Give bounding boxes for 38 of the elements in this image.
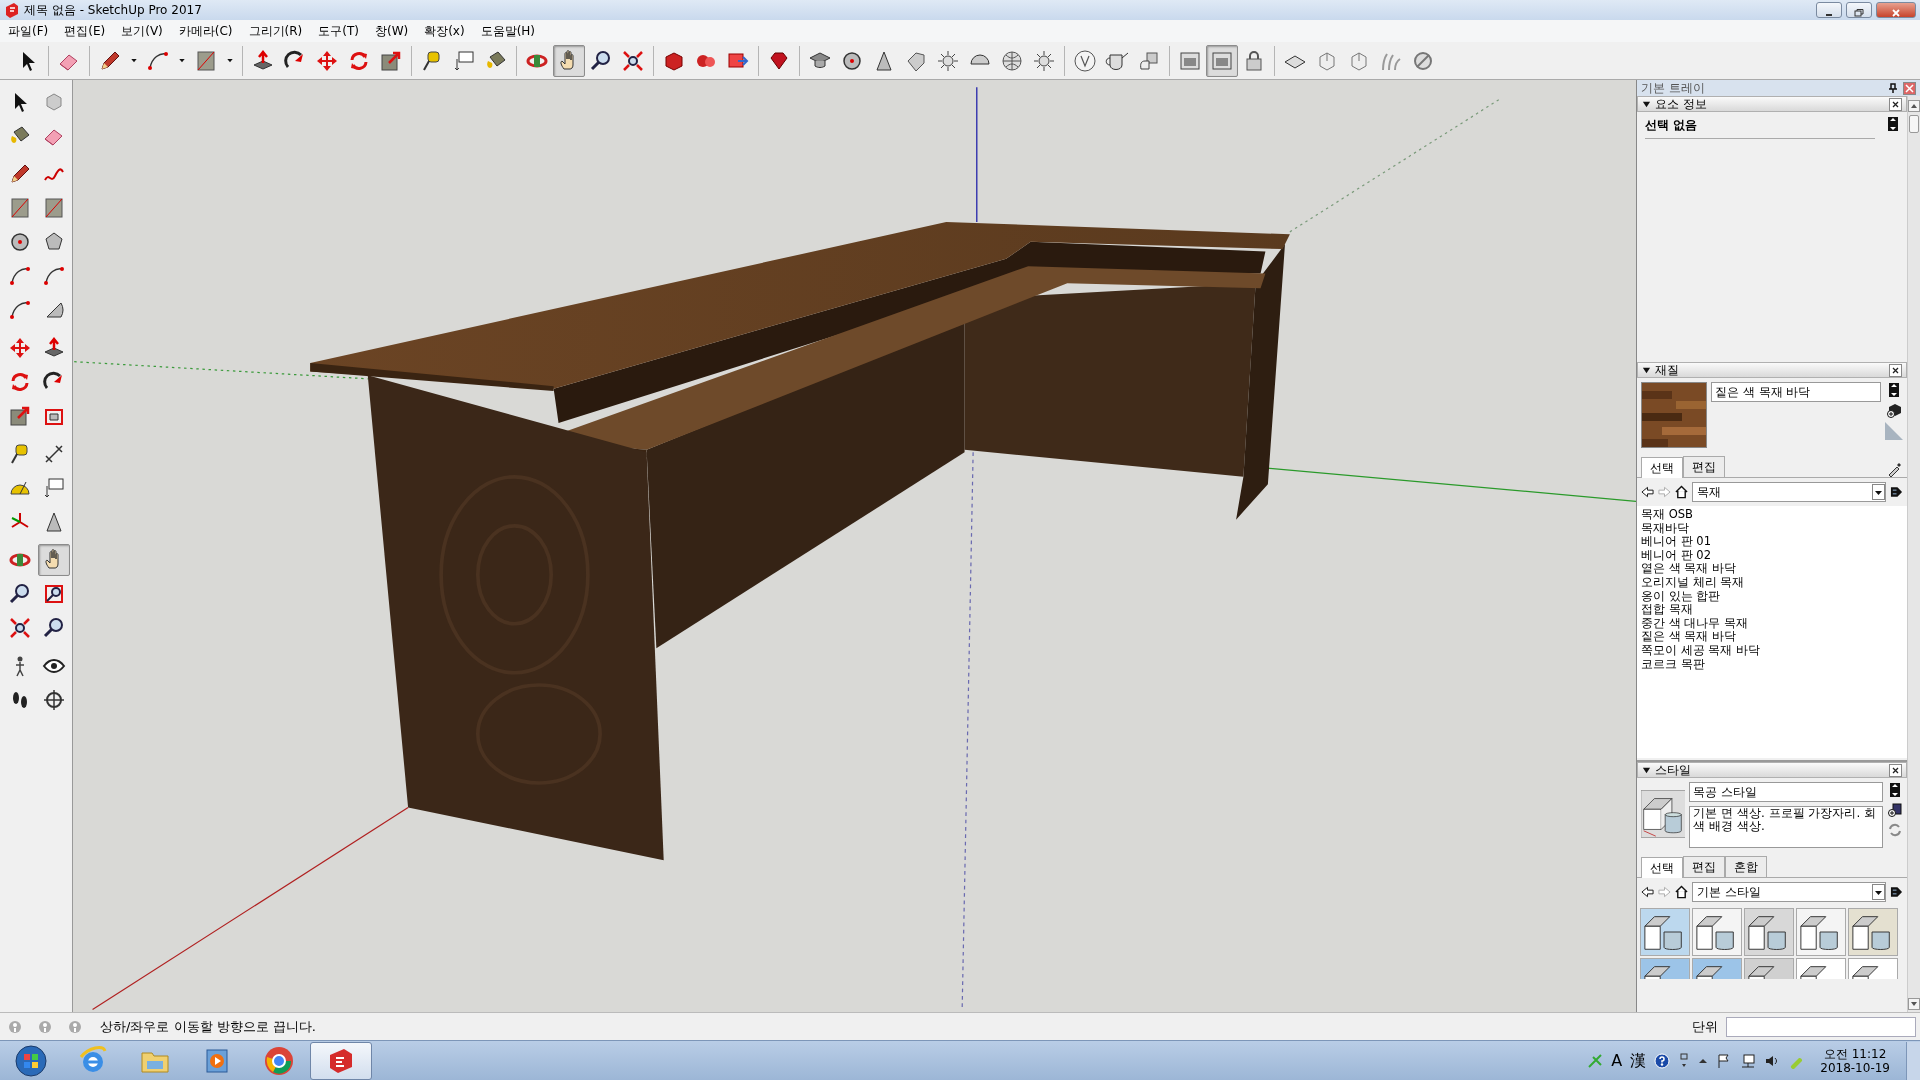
menu-item[interactable]: 확장(x) bbox=[416, 20, 473, 42]
menu-item[interactable]: 편집(E) bbox=[56, 20, 114, 42]
style-name-field[interactable]: 목공 스타일 bbox=[1689, 782, 1883, 802]
material-tab[interactable]: 선택 bbox=[1641, 457, 1683, 478]
clock-time[interactable]: 오전 11:12 bbox=[1823, 1046, 1887, 1061]
selection-label: 선택 없음 bbox=[1645, 116, 1875, 139]
hanja-indicator[interactable]: 漢 bbox=[1630, 1048, 1647, 1073]
menu-item[interactable]: 창(W) bbox=[366, 20, 417, 42]
material-list-item[interactable]: 쪽모이 세공 목재 바닥 bbox=[1641, 643, 1903, 658]
measurements-label: 단위 bbox=[1691, 1017, 1719, 1036]
material-list-item[interactable]: 베니어 판 02 bbox=[1641, 548, 1903, 563]
menu-item[interactable]: 그리기(R) bbox=[240, 20, 311, 42]
material-list-item[interactable]: 옅은 색 목재 바닥 bbox=[1641, 562, 1903, 576]
menu-item[interactable]: 도움말(H) bbox=[472, 20, 544, 42]
style-tab[interactable]: 혼합 bbox=[1725, 856, 1767, 877]
material-list-item[interactable]: 목재바닥 bbox=[1641, 521, 1903, 536]
material-list-item[interactable]: 목재 OSB bbox=[1641, 508, 1903, 522]
menu-item[interactable]: 파일(F) bbox=[0, 20, 57, 42]
material-list-item[interactable]: 중간 색 대나무 목재 bbox=[1641, 616, 1903, 631]
input-mode-indicator[interactable]: A bbox=[1611, 1048, 1623, 1073]
clock-date[interactable]: 2018-10-19 bbox=[1820, 1060, 1890, 1075]
material-list-item[interactable]: 접합 목재 bbox=[1641, 603, 1903, 617]
material-list-item[interactable]: 베니어 판 01 bbox=[1641, 535, 1903, 549]
window-title: 제목 없음 - SketchUp Pro 2017 bbox=[24, 2, 203, 19]
material-list-item[interactable]: 코르크 목판 bbox=[1641, 657, 1903, 672]
menu-item[interactable]: 도구(T) bbox=[310, 20, 367, 42]
status-message: 상하/좌우로 이동할 방향으로 끕니다. bbox=[100, 1017, 317, 1036]
material-name-field[interactable]: 짙은 색 목재 바닥 bbox=[1711, 382, 1881, 402]
material-list-item[interactable]: 옹이 있는 합판 bbox=[1641, 589, 1903, 604]
tray-title: 기본 트레이 bbox=[1641, 80, 1706, 97]
material-list-item[interactable]: 짙은 색 목재 바닥 bbox=[1641, 630, 1903, 644]
menu-item[interactable]: 보기(V) bbox=[113, 20, 171, 42]
style-description-field[interactable]: 기본 면 색상. 프로필 가장자리. 회색 배경 색상. bbox=[1689, 806, 1883, 848]
menu-item[interactable]: 카메라(C) bbox=[170, 20, 241, 42]
material-tab[interactable]: 편집 bbox=[1683, 456, 1725, 477]
material-list-item[interactable]: 오리지널 체리 목재 bbox=[1641, 575, 1903, 590]
style-tab[interactable]: 편집 bbox=[1683, 856, 1725, 877]
style-tab[interactable]: 선택 bbox=[1641, 857, 1683, 878]
